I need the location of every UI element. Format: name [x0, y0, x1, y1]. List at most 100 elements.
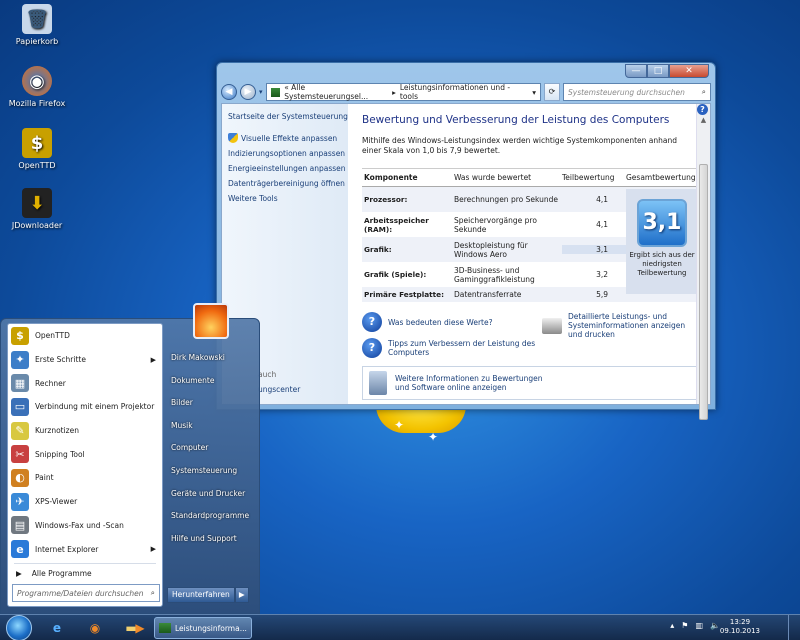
submenu-arrow-icon[interactable]: ▶ — [151, 356, 156, 364]
start-program-item[interactable]: ✈ XPS-Viewer — [8, 490, 162, 514]
firefox-icon: ◉ — [22, 66, 52, 96]
program-label: Paint — [35, 473, 54, 483]
user-folder-item[interactable]: Dirk Makowski — [167, 347, 257, 370]
desktop-icon-recycle-bin[interactable]: 🗑 Papierkorb — [2, 4, 72, 46]
start-program-item[interactable]: ✎ Kurznotizen — [8, 419, 162, 443]
search-input[interactable]: Systemsteuerung durchsuchen ⌕ — [563, 83, 711, 101]
program-icon: ✦ — [11, 350, 29, 369]
component-name: Prozessor: — [364, 195, 408, 204]
computer-item[interactable]: Computer — [167, 437, 257, 460]
vertical-scrollbar[interactable]: ? ▲ — [696, 104, 710, 420]
program-icon: ✎ — [11, 421, 29, 440]
page-title: Bewertung und Verbesserung der Leistung … — [362, 114, 670, 126]
start-program-item[interactable]: ✂ Snipping Tool — [8, 442, 162, 466]
power-settings-link[interactable]: Energieeinstellungen anpassen — [228, 164, 348, 173]
refresh-button[interactable]: ⟳ — [544, 83, 560, 101]
program-label: Internet Explorer — [35, 544, 99, 554]
detailed-info-link[interactable]: Detaillierte Leistungs- und Systeminform… — [542, 312, 698, 339]
back-button[interactable]: ◀ — [221, 84, 237, 100]
desktop-icon-openttd[interactable]: $ OpenTTD — [2, 128, 72, 170]
address-bar[interactable]: « Alle Systemsteuerungsel... ▸ Leistungs… — [265, 83, 541, 101]
shutdown-options-icon[interactable]: ▶ — [234, 587, 249, 603]
visual-effects-link[interactable]: Visuelle Effekte anpassen — [228, 133, 348, 143]
printer-icon — [542, 317, 562, 334]
music-item[interactable]: Musik — [167, 415, 257, 438]
start-program-item[interactable]: ▤ Windows-Fax und -Scan — [8, 514, 162, 538]
start-button[interactable] — [6, 615, 32, 640]
advanced-tools-link[interactable]: Weitere Tools — [228, 194, 348, 203]
clock[interactable]: 13:29 09.10.2013 — [720, 618, 760, 636]
help-support-item[interactable]: Hilfe und Support — [167, 528, 257, 551]
tips-link[interactable]: ? Tipps zum Verbessern der Leistung des … — [362, 338, 542, 358]
breadcrumb-part-2[interactable]: Leistungsinformationen und -tools — [400, 83, 524, 101]
user-avatar[interactable] — [193, 303, 229, 339]
start-menu: $ OpenTTD ✦ Erste Schritte ▶ ▦ Rechner ▭ Verbind… — [0, 303, 260, 614]
start-program-item[interactable]: $ OpenTTD — [8, 324, 162, 348]
component-rated: Speichervorgänge pro Sekunde — [454, 215, 537, 234]
score-table: Prozessor: Berechnungen pro Sekunde 4,1 … — [362, 187, 698, 302]
more-info-label: Weitere Informationen zu Bewertungen und… — [395, 374, 543, 392]
desktop-icon-jdownloader[interactable]: ⬇ JDownloader — [2, 188, 72, 230]
maximize-button[interactable]: □ — [647, 64, 669, 78]
forward-button[interactable]: ▶ — [240, 84, 256, 100]
volume-icon[interactable]: 🔈 — [710, 621, 720, 630]
recycle-bin-icon: 🗑 — [22, 4, 52, 34]
start-program-item[interactable]: ▭ Verbindung mit einem Projektor — [8, 395, 162, 419]
detailed-info-label: Detaillierte Leistungs- und Systeminform… — [568, 312, 686, 339]
show-hidden-icons-icon[interactable]: ▴ — [670, 621, 674, 630]
desktop-icon-label: JDownloader — [11, 221, 63, 230]
close-button[interactable]: ✕ — [669, 64, 709, 78]
scrollbar-thumb[interactable] — [699, 164, 708, 420]
address-dropdown-icon[interactable]: ▾ — [532, 88, 536, 97]
taskbar-window-label: Leistungsinforma... — [175, 623, 247, 633]
start-program-item[interactable]: ✦ Erste Schritte ▶ — [8, 348, 162, 372]
help-icon[interactable]: ? — [697, 104, 708, 115]
search-icon[interactable]: ⌕ — [151, 588, 155, 598]
shutdown-button[interactable]: Herunterfahren — [167, 587, 235, 603]
devices-printers-item[interactable]: Geräte und Drucker — [167, 483, 257, 506]
recent-pages-chevron-icon[interactable]: ▾ — [259, 88, 263, 96]
breadcrumb-part-1[interactable]: « Alle Systemsteuerungsel... — [284, 83, 388, 101]
scroll-up-icon[interactable]: ▲ — [697, 116, 710, 128]
what-mean-link[interactable]: ? Was bedeuten diese Werte? — [362, 312, 542, 332]
control-panel-item[interactable]: Systemsteuerung — [167, 460, 257, 483]
column-header-rated: Was wurde bewertet — [454, 173, 532, 182]
what-mean-label: Was bedeuten diese Werte? — [388, 317, 493, 327]
start-search-input[interactable]: Programme/Dateien durchsuchen ⌕ — [12, 584, 160, 602]
default-programs-item[interactable]: Standardprogramme — [167, 505, 257, 528]
indexing-options-link[interactable]: Indizierungsoptionen anpassen — [228, 149, 348, 158]
all-programs-label: Alle Programme — [31, 569, 92, 579]
pictures-item[interactable]: Bilder — [167, 392, 257, 415]
program-label: XPS-Viewer — [35, 497, 78, 507]
taskbar-ie-icon[interactable]: e — [42, 617, 72, 639]
desktop-icon-firefox[interactable]: ◉ Mozilla Firefox — [2, 66, 72, 108]
network-icon[interactable]: ▥ — [695, 621, 703, 630]
taskbar-firefox-icon[interactable]: ◉ — [80, 617, 110, 639]
breadcrumb-separator-icon[interactable]: ▸ — [392, 88, 396, 97]
documents-item[interactable]: Dokumente — [167, 370, 257, 393]
component-name: Grafik (Spiele): — [364, 270, 427, 279]
base-score-badge: 3,1 — [637, 199, 687, 247]
help-question-icon: ? — [362, 338, 382, 358]
start-program-item[interactable]: ▦ Rechner — [8, 371, 162, 395]
program-icon: ✈ — [11, 492, 29, 511]
all-programs-item[interactable]: ▶ Alle Programme — [8, 566, 162, 582]
more-info-link[interactable]: Weitere Informationen zu Bewertungen und… — [362, 366, 698, 400]
start-program-item[interactable]: ◐ Paint — [8, 466, 162, 490]
program-label: Rechner — [35, 378, 66, 388]
search-icon[interactable]: ⌕ — [702, 87, 706, 97]
show-desktop-button[interactable] — [788, 615, 800, 640]
action-center-flag-icon[interactable]: ⚑ — [681, 621, 688, 630]
behind-text-1: auch — [258, 370, 277, 379]
disk-cleanup-link[interactable]: Datenträgerbereinigung öffnen — [228, 179, 348, 188]
taskbar-window-performance[interactable]: Leistungsinforma... — [154, 617, 252, 639]
taskbar: e ◉ ▬ ▶ Leistungsinforma... ▴ ⚑ ▥ 🔈 13:2… — [0, 614, 800, 640]
taskbar-mediaplayer-icon[interactable]: ▶ — [128, 617, 152, 639]
start-program-item[interactable]: e Internet Explorer ▶ — [8, 537, 162, 561]
submenu-arrow-icon[interactable]: ▶ — [151, 545, 156, 553]
minimize-button[interactable]: — — [625, 64, 647, 78]
program-icon: ✂ — [11, 445, 29, 464]
performance-window: — □ ✕ ◀ ▶ ▾ « Alle Systemsteuerungsel...… — [216, 62, 716, 420]
start-programs-list: $ OpenTTD ✦ Erste Schritte ▶ ▦ Rechner ▭ Verbind… — [7, 323, 163, 607]
control-panel-home-link[interactable]: Startseite der Systemsteuerung — [228, 112, 348, 121]
